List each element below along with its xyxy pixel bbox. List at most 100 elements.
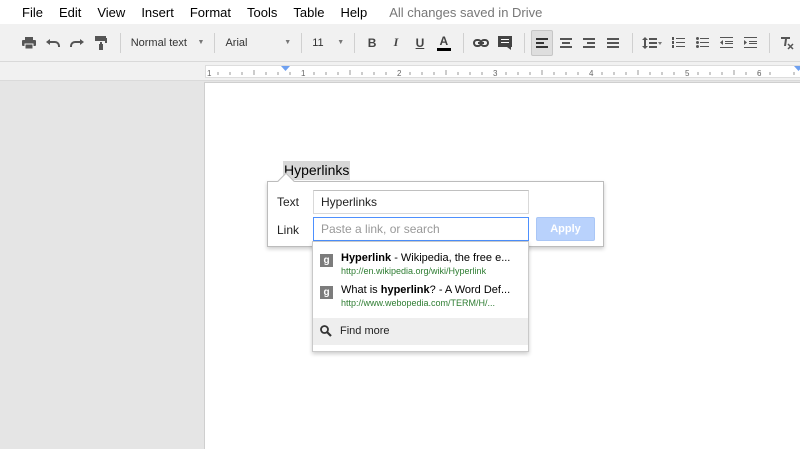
toolbar-divider: [119, 32, 121, 53]
paint-format-button[interactable]: [90, 30, 112, 56]
chevron-down-icon: ▼: [284, 39, 292, 46]
line-spacing-button[interactable]: [639, 30, 665, 56]
menu-help[interactable]: Help: [332, 5, 375, 20]
search-icon: [320, 325, 332, 337]
link-input[interactable]: [313, 217, 529, 241]
insert-link-button[interactable]: [470, 30, 492, 56]
find-more-button[interactable]: Find more: [313, 318, 528, 345]
ruler-number: 1: [301, 69, 306, 78]
line-spacing-icon: [642, 36, 663, 49]
font-size-value: 11: [312, 36, 324, 49]
numbered-list-button[interactable]: [667, 30, 689, 56]
toolbar-divider: [214, 32, 216, 53]
italic-button[interactable]: I: [385, 30, 407, 56]
link-icon: [472, 38, 489, 47]
align-left-button[interactable]: [530, 29, 553, 56]
ruler[interactable]: 1 1 2 3 4 5 6: [0, 62, 800, 81]
font-size-select[interactable]: 11 ▼: [308, 30, 348, 56]
google-icon: g: [320, 254, 333, 267]
undo-icon: [45, 38, 60, 47]
text-input[interactable]: [313, 190, 529, 214]
suggestion-title: Hyperlink - Wikipedia, the free e...: [341, 252, 521, 264]
redo-icon: [69, 38, 84, 47]
increase-indent-icon: [743, 37, 757, 48]
google-icon: g: [320, 286, 333, 299]
decrease-indent-icon: [719, 37, 733, 48]
undo-button[interactable]: [42, 30, 64, 56]
toolbar-divider: [632, 32, 634, 53]
suggestion-item[interactable]: g What is hyperlink? - A Word Def... htt…: [313, 280, 528, 312]
apply-button[interactable]: Apply: [536, 217, 595, 241]
redo-button[interactable]: [66, 30, 88, 56]
numbered-list-icon: [671, 37, 685, 48]
suggestion-title-rest: ? - A Word Def...: [429, 284, 511, 296]
paint-format-icon: [94, 35, 107, 50]
align-left-icon: [535, 37, 548, 48]
right-indent-marker: [794, 66, 800, 71]
suggestion-url: http://en.wikipedia.org/wiki/Hyperlink: [341, 266, 487, 276]
suggestion-title-pre: What is: [341, 284, 381, 296]
link-label: Link: [277, 223, 300, 237]
suggestion-item[interactable]: g Hyperlink - Wikipedia, the free e... h…: [313, 248, 528, 280]
style-select-value: Normal text: [130, 36, 187, 49]
ruler-number: 5: [685, 69, 690, 78]
link-dialog: Text Link Apply: [267, 172, 604, 247]
toolbar-divider: [768, 32, 770, 53]
bulleted-list-icon: [695, 37, 709, 48]
align-right-button[interactable]: [579, 30, 601, 56]
toolbar: Normal text ▼ Arial ▼ 11 ▼ B I U A: [0, 24, 800, 62]
suggestion-title-bold: hyperlink: [380, 284, 430, 296]
menu-bar: File Edit View Insert Format Tools Table…: [0, 0, 800, 24]
align-center-button[interactable]: [555, 30, 577, 56]
suggestion-url: http://www.webopedia.com/TERM/H/...: [341, 298, 496, 308]
align-right-icon: [583, 37, 596, 48]
ruler-number: 1: [207, 69, 212, 78]
menu-view[interactable]: View: [89, 5, 133, 20]
left-indent-marker: [281, 66, 290, 71]
menu-file[interactable]: File: [0, 5, 51, 20]
ruler-number: 3: [493, 69, 498, 78]
suggestion-title: What is hyperlink? - A Word Def...: [341, 284, 521, 296]
insert-comment-button[interactable]: [494, 30, 516, 56]
font-select-value: Arial: [225, 36, 248, 49]
ruler-number: 6: [757, 69, 762, 78]
text-color-swatch: [436, 47, 451, 51]
ruler-number: 2: [397, 69, 402, 78]
align-justify-button[interactable]: [602, 30, 624, 56]
toolbar-divider: [301, 32, 303, 53]
align-center-icon: [559, 37, 572, 48]
print-icon: [21, 36, 36, 49]
text-color-button[interactable]: A: [433, 30, 455, 56]
align-justify-icon: [607, 37, 620, 48]
menu-format[interactable]: Format: [182, 5, 239, 20]
selected-text[interactable]: Hyperlinks: [283, 161, 351, 180]
decrease-indent-button[interactable]: [715, 30, 737, 56]
ruler-strip: 1 1 2 3 4 5 6: [205, 65, 800, 78]
bulleted-list-button[interactable]: [691, 30, 713, 56]
chevron-down-icon: ▼: [337, 39, 345, 46]
bold-button[interactable]: B: [361, 30, 383, 56]
comment-icon: [497, 35, 512, 50]
menu-tools[interactable]: Tools: [239, 5, 285, 20]
toolbar-divider: [354, 32, 356, 53]
menu-edit[interactable]: Edit: [51, 5, 89, 20]
link-suggestions: g Hyperlink - Wikipedia, the free e... h…: [312, 241, 529, 352]
menu-insert[interactable]: Insert: [133, 5, 182, 20]
menu-table[interactable]: Table: [285, 5, 332, 20]
font-select[interactable]: Arial ▼: [221, 30, 295, 56]
suggestion-title-bold: Hyperlink: [341, 252, 392, 264]
toolbar-divider: [523, 32, 525, 53]
clear-formatting-button[interactable]: [776, 30, 798, 56]
find-more-label: Find more: [340, 325, 390, 337]
print-button[interactable]: [18, 30, 40, 56]
ruler-ticks: 1 1 2 3 4 5 6: [207, 66, 800, 78]
underline-button[interactable]: U: [409, 30, 431, 56]
text-label: Text: [277, 195, 300, 209]
ruler-number: 4: [589, 69, 594, 78]
style-select[interactable]: Normal text ▼: [127, 30, 209, 56]
save-status: All changes saved in Drive: [389, 4, 543, 20]
toolbar-divider: [462, 32, 464, 53]
suggestion-title-rest: - Wikipedia, the free e...: [391, 252, 511, 264]
increase-indent-button[interactable]: [739, 30, 761, 56]
chevron-down-icon: ▼: [197, 39, 205, 46]
